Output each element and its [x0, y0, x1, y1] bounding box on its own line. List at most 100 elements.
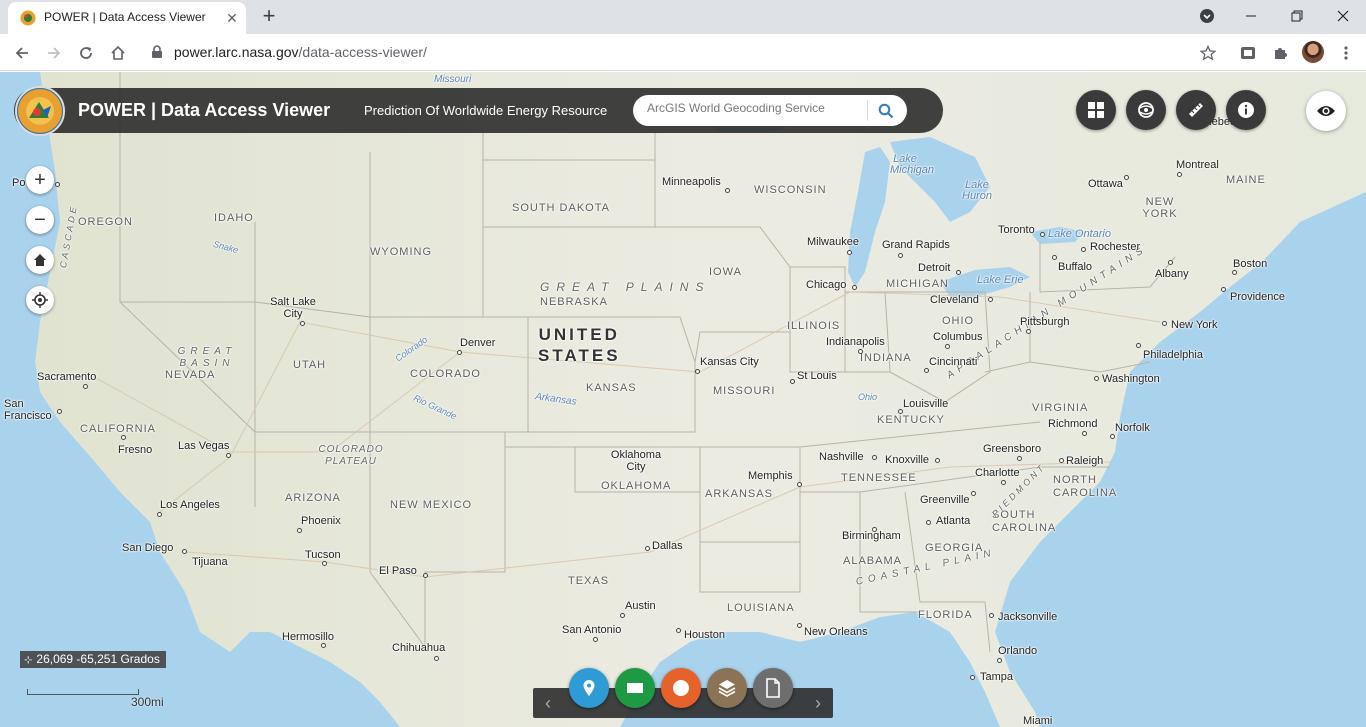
city-label: Denver: [460, 337, 496, 349]
city-label: Jacksonville: [998, 611, 1058, 623]
zoom-in-button[interactable]: +: [26, 166, 54, 194]
state-label: LOUISIANA: [727, 602, 795, 614]
city-label: Tampa: [980, 671, 1014, 683]
state-label: MAINE: [1226, 174, 1266, 186]
app-subtitle: Prediction Of Worldwide Energy Resource: [364, 103, 608, 118]
city-label: Norfolk: [1115, 422, 1150, 434]
city-label: Hermosillo: [282, 631, 334, 643]
ruler-icon[interactable]: [1176, 90, 1216, 130]
city-label: Atlanta: [936, 515, 971, 527]
coordinate-readout[interactable]: ⊹ 26,069 -65,251 Grados: [20, 651, 166, 668]
search-icon[interactable]: [875, 100, 897, 122]
exploration-icon[interactable]: [1126, 90, 1166, 130]
state-label: NEVADA: [165, 369, 216, 381]
state-label: VIRGINIA: [1032, 402, 1089, 414]
city-label: Tucson: [305, 549, 341, 561]
rectangle-icon[interactable]: [615, 668, 655, 708]
state-label: NEBRASKA: [540, 296, 608, 308]
search-divider: [867, 100, 868, 121]
state-label: OKLAHOMA: [601, 480, 672, 492]
eye-icon[interactable]: [1306, 91, 1346, 131]
reload-icon[interactable]: [74, 41, 98, 65]
state-label: MICHIGAN: [886, 278, 949, 290]
map-view[interactable]: OREGON IDAHO WYOMING SOUTH DAKOTA NEBRAS…: [0, 72, 1366, 727]
city-label: Miami: [1023, 715, 1053, 727]
state-label: TEXAS: [568, 575, 610, 587]
city-label: El Paso: [379, 565, 417, 577]
browser-menu-icon[interactable]: [1334, 41, 1358, 65]
restore-icon[interactable]: [1283, 4, 1311, 28]
water-label: Lake Michigan: [890, 153, 935, 176]
power-logo[interactable]: [15, 86, 65, 136]
layers-icon[interactable]: [707, 668, 747, 708]
minimize-icon[interactable]: [1237, 4, 1265, 28]
app-header: POWER | Data Access Viewer Prediction Of…: [14, 86, 943, 136]
state-label: ARIZONA: [285, 492, 341, 504]
search-input[interactable]: [647, 101, 862, 115]
state-label: COLORADO: [410, 368, 481, 380]
locate-button[interactable]: [26, 286, 54, 314]
city-label: Chicago: [806, 279, 847, 291]
city-label: Tijuana: [192, 556, 228, 568]
city-label: Albany: [1155, 268, 1189, 280]
bookmark-star-icon[interactable]: [1196, 41, 1220, 65]
document-icon[interactable]: [753, 668, 793, 708]
city-label: Kansas City: [700, 356, 759, 368]
tab-search-button[interactable]: [1193, 4, 1221, 28]
city-label: Ottawa: [1088, 178, 1123, 190]
browser-toolbar: power.larc.nasa.gov/data-access-viewer/: [0, 34, 1366, 71]
city-label: Orlando: [998, 645, 1038, 657]
city-label: New Orleans: [804, 626, 868, 638]
grid-icon[interactable]: [1076, 90, 1116, 130]
city-label: Oklahoma City: [610, 449, 662, 473]
forward-icon[interactable]: [42, 41, 66, 65]
chevron-left-icon[interactable]: ‹: [533, 688, 563, 718]
city-label: Dallas: [652, 540, 683, 552]
address-bar[interactable]: power.larc.nasa.gov/data-access-viewer/: [174, 44, 427, 60]
profile-avatar[interactable]: [1302, 41, 1324, 63]
scale-label: 300mi: [131, 695, 164, 709]
city-label: Pittsburgh: [1020, 316, 1070, 328]
new-tab-button[interactable]: +: [257, 5, 281, 29]
city-label: Toronto: [998, 224, 1035, 236]
geocoder-search: [633, 95, 907, 126]
zoom-out-button[interactable]: −: [26, 206, 54, 234]
circle-icon[interactable]: [661, 668, 701, 708]
extension-icon[interactable]: [1236, 41, 1260, 65]
info-icon[interactable]: [1226, 90, 1266, 130]
state-label: NORTH CAROLINA: [1053, 474, 1118, 499]
city-label: Greensboro: [983, 443, 1042, 455]
home-extent-button[interactable]: [26, 246, 54, 274]
extensions-puzzle-icon[interactable]: [1268, 41, 1292, 65]
lock-icon[interactable]: [150, 45, 164, 59]
state-label: TENNESSEE: [841, 472, 917, 484]
city-label: Nashville: [819, 451, 864, 463]
city-label: Charlotte: [975, 467, 1020, 479]
crosshair-icon: ⊹: [24, 655, 33, 666]
water-label: Missouri: [434, 74, 472, 85]
city-label: Phoenix: [301, 515, 341, 527]
city-label: Chihuahua: [392, 642, 446, 654]
water-label: Lake Huron: [962, 179, 992, 202]
city-label: Indianapolis: [826, 336, 885, 348]
city-label: Washington: [1102, 373, 1160, 385]
browser-tab[interactable]: POWER | Data Access Viewer ✕: [8, 2, 246, 34]
state-label: OREGON: [78, 216, 133, 228]
back-icon[interactable]: [10, 41, 34, 65]
state-label: IDAHO: [214, 212, 254, 224]
city-label: Las Vegas: [178, 440, 230, 452]
marker-icon[interactable]: [569, 668, 609, 708]
city-label: Birmingham: [842, 530, 901, 542]
tab-close-icon[interactable]: ✕: [222, 8, 242, 28]
city-label: Greenville: [920, 494, 970, 506]
city-label: Los Angeles: [160, 499, 220, 511]
close-window-icon[interactable]: [1329, 4, 1357, 28]
state-label: ARKANSAS: [705, 488, 773, 500]
home-icon[interactable]: [106, 41, 130, 65]
region-label: GREAT PLAINS: [540, 280, 711, 294]
city-label: Memphis: [748, 470, 793, 482]
tab-title: POWER | Data Access Viewer: [44, 10, 206, 24]
city-label: Philadelphia: [1143, 349, 1203, 361]
chevron-right-icon[interactable]: ›: [803, 688, 833, 718]
state-label: NEW YORK: [1142, 196, 1178, 220]
